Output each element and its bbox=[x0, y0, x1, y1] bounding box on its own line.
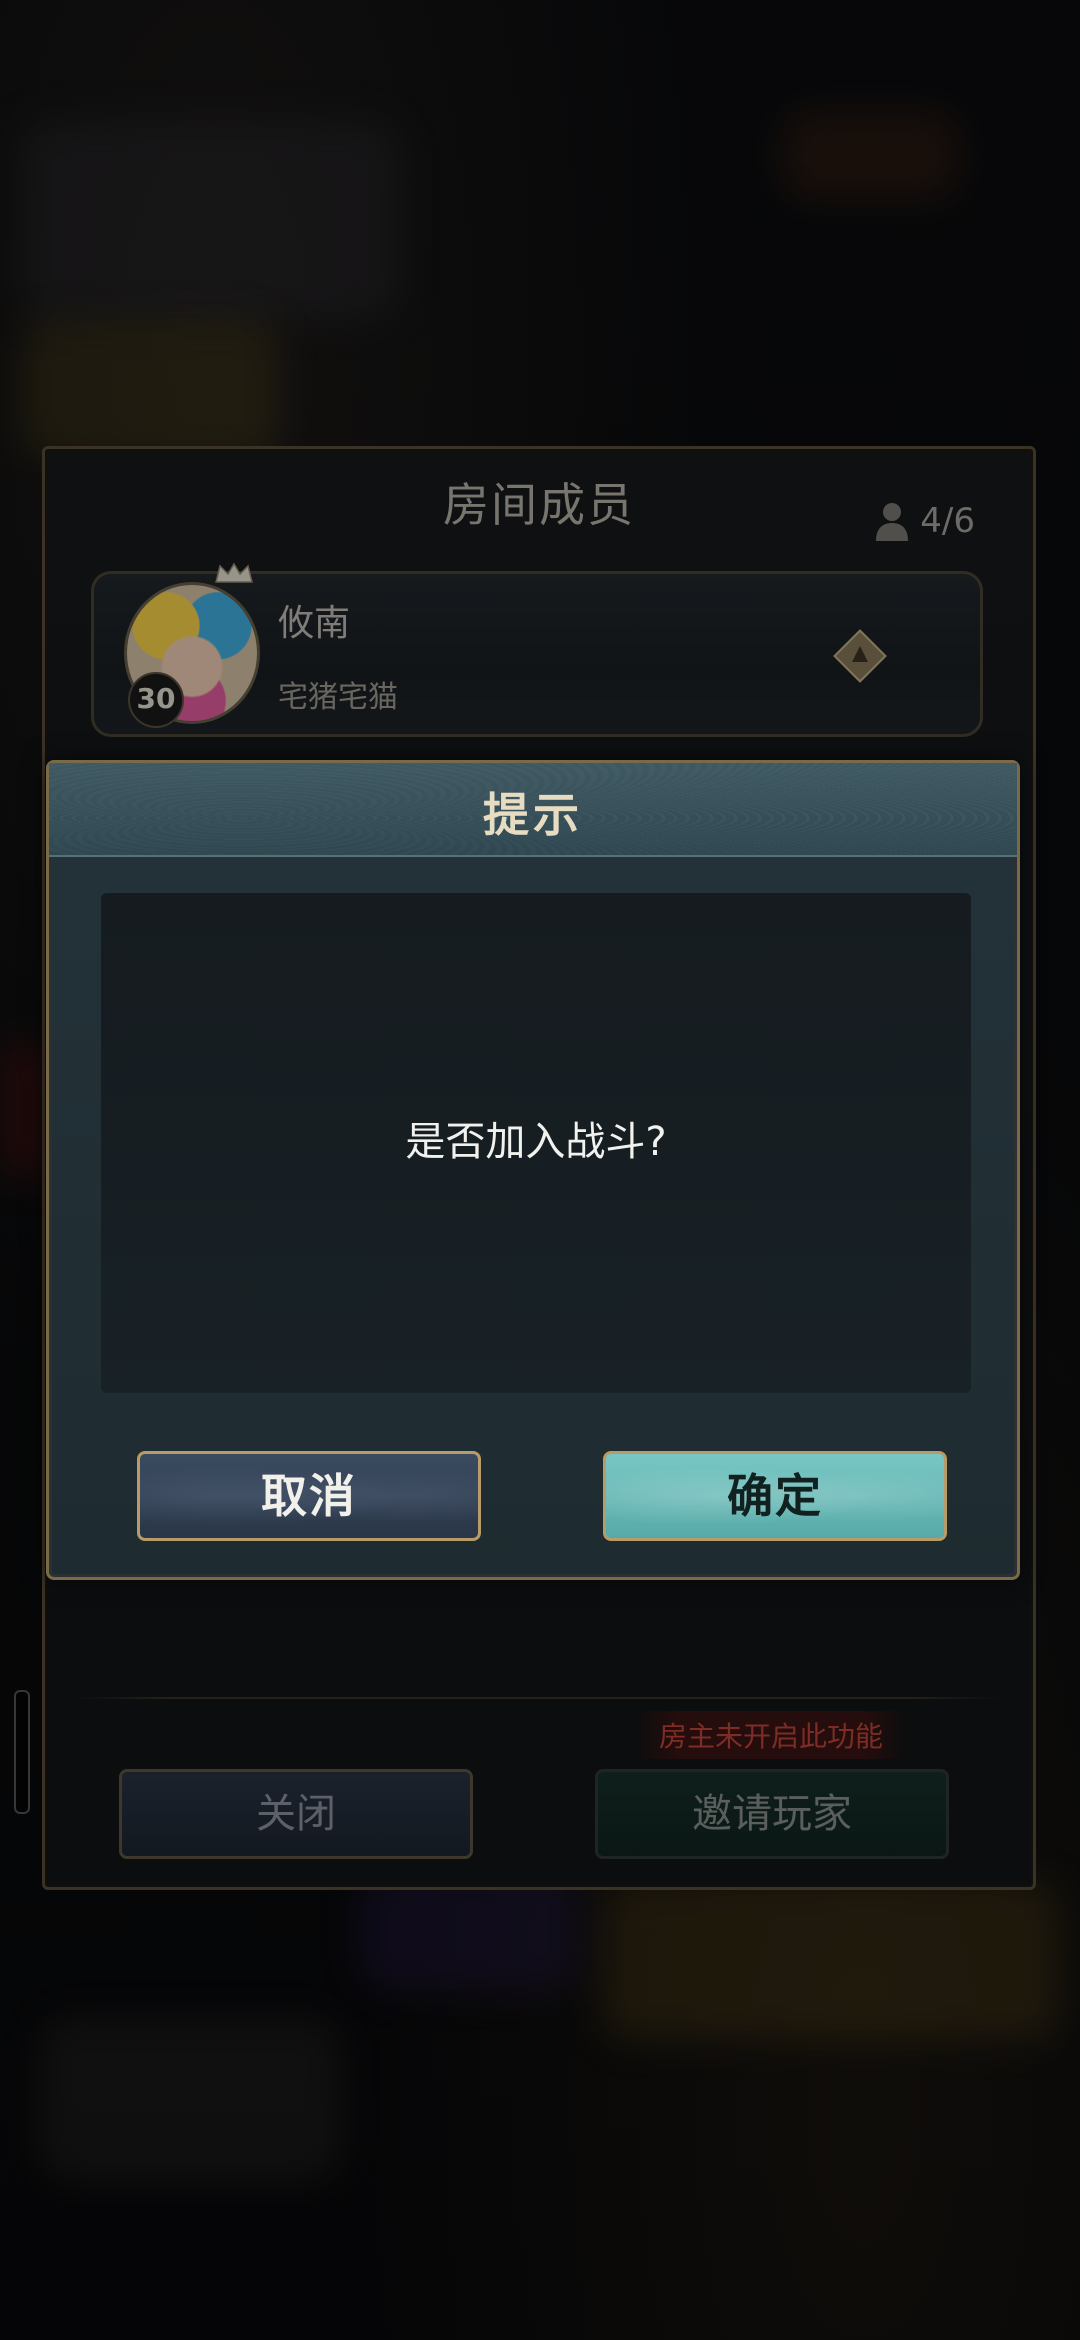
prompt-dialog: 提示 是否加入战斗? 取消 确定 bbox=[46, 760, 1020, 1580]
dialog-body: 是否加入战斗? bbox=[101, 893, 971, 1393]
cancel-button[interactable]: 取消 bbox=[137, 1451, 481, 1541]
dialog-header: 提示 bbox=[49, 763, 1017, 857]
game-screen: 房间成员 4/6 30 攸南 宅猪宅猫 房主未开启此功能 关闭 邀请玩家 提示 … bbox=[0, 0, 1080, 2340]
confirm-button[interactable]: 确定 bbox=[603, 1451, 947, 1541]
dialog-title: 提示 bbox=[483, 788, 583, 842]
dialog-message: 是否加入战斗? bbox=[405, 1119, 667, 1165]
